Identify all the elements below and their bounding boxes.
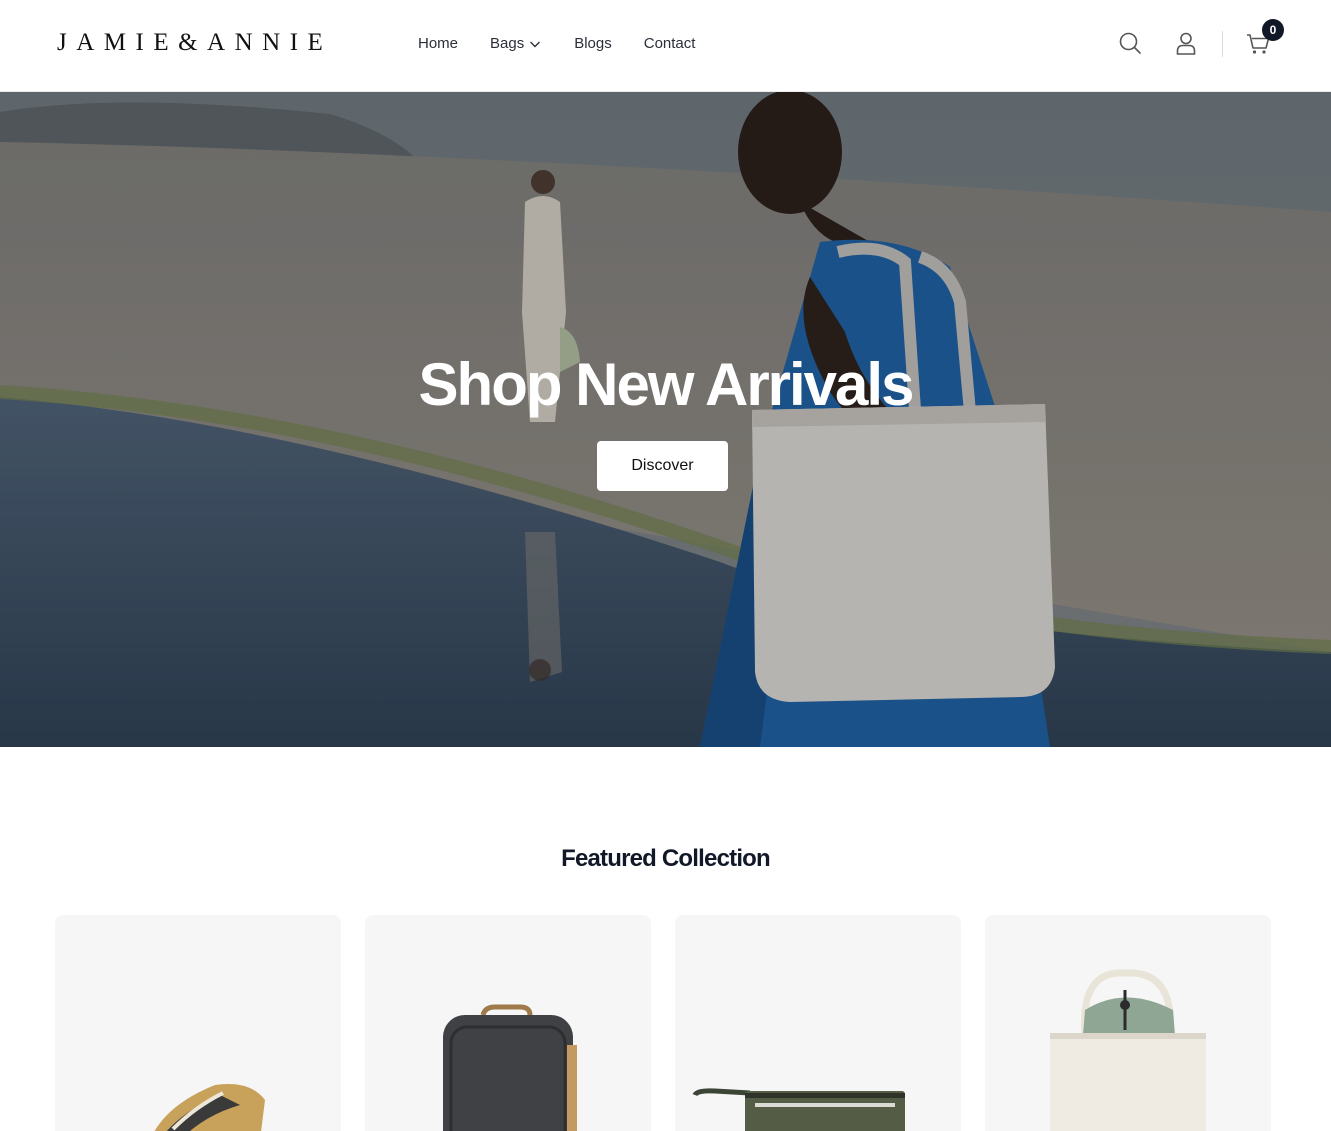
hero-image <box>0 92 1331 747</box>
nav-item-label: Contact <box>643 35 696 52</box>
cream-sage-tote-image <box>1050 969 1206 1131</box>
product-card[interactable] <box>985 915 1271 1131</box>
product-card[interactable] <box>55 915 341 1131</box>
olive-clutch-image <box>692 1088 905 1131</box>
header-divider <box>1222 31 1223 57</box>
nav-item-bags[interactable]: Bags <box>490 35 542 52</box>
product-card[interactable] <box>675 915 961 1131</box>
nav-item-label: Blogs <box>574 35 612 52</box>
hero-banner: Shop New Arrivals Discover <box>0 92 1331 747</box>
featured-collection-title: Featured Collection <box>561 845 771 872</box>
nav-item-blogs[interactable]: Blogs <box>574 35 612 52</box>
tan-pouch-bag-image <box>154 1084 265 1131</box>
nav-item-label: Home <box>418 35 459 52</box>
hero-title: Shop New Arrivals <box>418 351 915 418</box>
site-header: JAMIE&ANNIE Home Bags Blogs Contact 0 <box>0 0 1331 92</box>
user-icon[interactable] <box>1173 30 1199 56</box>
nav-item-contact[interactable]: Contact <box>644 35 696 52</box>
brand-logo[interactable]: JAMIE&ANNIE <box>57 29 332 57</box>
chevron-down-icon <box>530 41 541 47</box>
nav-item-home[interactable]: Home <box>418 35 458 52</box>
nav-item-label: Bags <box>490 35 525 52</box>
product-card[interactable] <box>365 915 651 1131</box>
cart-count-badge: 0 <box>1262 19 1284 41</box>
discover-button[interactable]: Discover <box>597 441 728 491</box>
main-nav: Home Bags Blogs Contact <box>418 35 727 52</box>
search-icon[interactable] <box>1117 30 1143 56</box>
charcoal-backpack-image <box>443 1004 577 1131</box>
